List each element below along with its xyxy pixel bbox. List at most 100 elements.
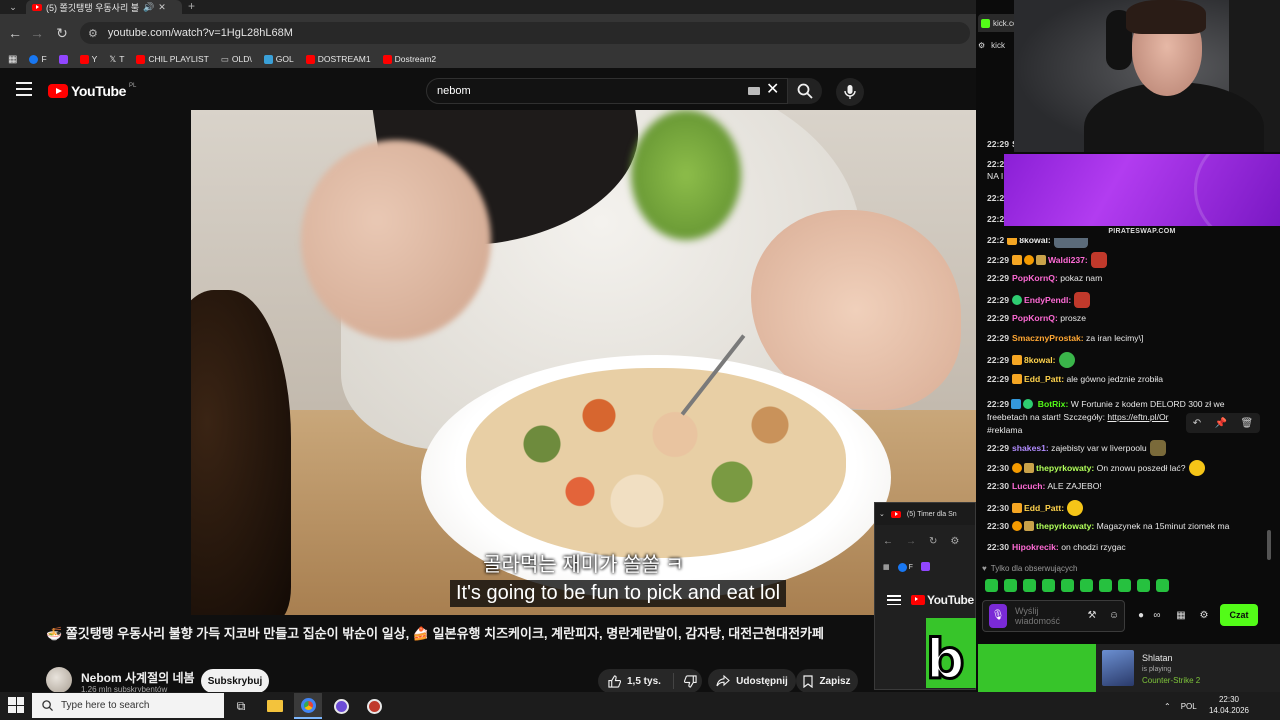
apps-grid-icon[interactable]: ▦ xyxy=(8,54,17,65)
chat-message[interactable]: 22:29 EndyPendl: xyxy=(987,292,1257,308)
chrome-icon[interactable] xyxy=(294,693,322,719)
bookmark-f[interactable]: F xyxy=(29,54,47,64)
hamburger-menu-icon[interactable] xyxy=(887,595,901,605)
voice-message-icon[interactable]: 🎙 xyxy=(989,604,1007,628)
task-view-icon[interactable]: ⧉ xyxy=(227,693,255,719)
points-icon[interactable]: ● xyxy=(1134,608,1148,622)
emote-icon[interactable] xyxy=(1023,579,1036,592)
emoji-picker-icon[interactable]: ☺ xyxy=(1107,609,1121,623)
chrome-profile-icon[interactable] xyxy=(327,693,355,719)
advert-link[interactable]: https://eftn.pl/Or xyxy=(1107,412,1168,422)
channel-avatar[interactable] xyxy=(46,667,72,693)
bookmark-gol[interactable]: GOL xyxy=(263,54,294,64)
bookmarks-bar: ▦ F Y 𝕏T CHIL PLAYLIST ▭ OLD\ GOL DOSTREA… xyxy=(0,50,976,68)
chat-message[interactable]: 22:29 SmacznyProstak: za iran lecimy\] xyxy=(987,332,1257,344)
chat-message[interactable]: 22:29 PopKornQ: prosze xyxy=(987,312,1257,324)
back-arrow-icon[interactable]: ← xyxy=(6,24,24,42)
thumbs-up-icon xyxy=(608,674,621,688)
bookmark-f[interactable]: F xyxy=(897,562,913,572)
language-indicator[interactable]: POL xyxy=(1181,702,1197,711)
hamburger-menu-icon[interactable] xyxy=(16,82,32,96)
bookmark-dostream2[interactable]: Dostream2 xyxy=(382,54,436,64)
bookmark-twitch[interactable] xyxy=(58,54,68,64)
chat-message[interactable]: 22:30 Lucuch: ALE ZAJEBO! xyxy=(987,480,1257,492)
site-info-icon[interactable]: ⚙ xyxy=(978,41,985,50)
share-button[interactable]: Udostępnij xyxy=(708,669,796,693)
reload-icon[interactable]: ↻ xyxy=(929,536,937,547)
search-button[interactable] xyxy=(788,78,822,104)
tab-youtube[interactable]: (5) 쫄깃탱탱 우동사리 불 🔊 ✕ xyxy=(26,0,182,14)
tab-kick[interactable]: kick.co xyxy=(978,14,1018,32)
tab-search-menu-button[interactable]: ⌄ xyxy=(4,1,22,13)
chat-message[interactable]: 22:29 shakes1: zajebisty var w liverpoolu xyxy=(987,440,1257,456)
subscribe-button[interactable]: Subskrybuj xyxy=(201,669,269,693)
chat-message[interactable]: 22:29 Waldi237: xyxy=(987,252,1257,268)
bookmark-folder-old[interactable]: ▭ OLD\ xyxy=(221,54,252,65)
chat-message[interactable]: 22:30 Edd_Patt: xyxy=(987,500,1257,516)
emote-icon[interactable] xyxy=(1042,579,1055,592)
chat-send-button[interactable]: Czat xyxy=(1220,604,1258,626)
pin-icon[interactable]: 📌 xyxy=(1215,418,1227,429)
youtube-logo[interactable]: YouTube PL xyxy=(48,83,136,99)
bookmark-chil-playlist[interactable]: CHIL PLAYLIST xyxy=(136,54,209,64)
mini-tab-strip[interactable]: ⌄ (5) Timer dla Sn xyxy=(875,503,975,525)
chat-message[interactable]: 22:29 PopKornQ: pokaz nam xyxy=(987,272,1257,284)
search-input[interactable]: nebom xyxy=(426,78,788,104)
voice-search-button[interactable] xyxy=(836,78,864,106)
chat-input[interactable]: 🎙 Wyślij wiadomość ⚒ ☺ xyxy=(982,600,1125,632)
infinity-icon[interactable]: ∞ xyxy=(1150,608,1164,622)
reply-icon[interactable]: ↶ xyxy=(1193,418,1201,429)
emote-icon[interactable] xyxy=(1118,579,1131,592)
bookmark-t[interactable]: 𝕏T xyxy=(109,54,124,65)
trash-icon[interactable]: 🗑 xyxy=(1241,418,1254,429)
site-info-icon[interactable]: ⚙ xyxy=(88,27,98,40)
settings-gear-icon[interactable]: ⚙ xyxy=(1197,608,1211,622)
forward-arrow-icon[interactable]: → xyxy=(28,24,46,42)
save-button[interactable]: Zapisz xyxy=(796,669,858,693)
chevron-down-icon[interactable]: ⌄ xyxy=(879,510,885,518)
keyboard-icon[interactable] xyxy=(748,87,760,95)
emote-icon[interactable] xyxy=(1004,579,1017,592)
chrome-profile-2-icon[interactable] xyxy=(360,693,388,719)
reload-icon[interactable]: ↻ xyxy=(53,24,71,42)
video-player[interactable] xyxy=(191,110,976,615)
bookmark-y[interactable]: Y xyxy=(79,54,97,64)
emote-icon[interactable] xyxy=(1137,579,1150,592)
site-info-icon[interactable]: ⚙ xyxy=(950,536,959,547)
like-button[interactable]: 1,5 tys. xyxy=(598,673,674,689)
twitch-icon[interactable] xyxy=(920,561,930,573)
apps-grid-icon[interactable]: ▦ xyxy=(883,563,890,571)
chat-message[interactable]: 22:29 Edd_Patt: ale gówno jedznie zrobiła xyxy=(987,373,1257,385)
store-icon[interactable]: ▦ xyxy=(1174,608,1188,622)
forward-arrow-icon[interactable]: → xyxy=(906,536,916,547)
emote-icon[interactable] xyxy=(985,579,998,592)
translate-icon[interactable]: ⚒ xyxy=(1085,609,1099,623)
chat-message[interactable]: 22:30 thepyrkowaty: On znowu poszedł lać? xyxy=(987,460,1257,476)
dislike-button[interactable] xyxy=(674,674,697,688)
devil-emote-icon xyxy=(1090,252,1107,268)
kick-address-bar[interactable]: ⚙ kick xyxy=(978,36,1014,54)
bookmark-dostream1[interactable]: DOSTREAM1 xyxy=(305,54,371,64)
new-tab-button[interactable]: + xyxy=(188,0,195,12)
youtube-logo[interactable]: YouTube xyxy=(911,593,974,607)
chat-message[interactable]: 22:30 thepyrkowaty: Magazynek na 15minut … xyxy=(987,520,1257,532)
emote-icon[interactable] xyxy=(1080,579,1093,592)
youtube-icon xyxy=(382,54,392,64)
address-bar[interactable]: ⚙ youtube.com/watch?v=1HgL28hL68M xyxy=(80,22,970,44)
windows-start-icon[interactable] xyxy=(8,697,24,713)
tray-expand-icon[interactable]: ⌃ xyxy=(1164,702,1171,711)
file-explorer-icon[interactable] xyxy=(261,693,289,719)
chat-message[interactable]: 22:30 Hipokrecik: on chodzi rzygac xyxy=(987,541,1257,553)
mini-video-thumbnail[interactable]: b xyxy=(926,618,976,688)
back-arrow-icon[interactable]: ← xyxy=(883,536,893,547)
emote-icon[interactable] xyxy=(1099,579,1112,592)
clear-search-icon[interactable]: ✕ xyxy=(766,82,779,98)
tab-close-icon[interactable]: ✕ xyxy=(158,2,166,13)
taskbar-clock[interactable]: 22:30 14.04.2026 xyxy=(1206,694,1252,716)
taskbar-search-input[interactable]: Type here to search xyxy=(32,693,224,718)
chat-message[interactable]: 22:29 8kowal: xyxy=(987,352,1257,368)
emote-icon[interactable] xyxy=(1061,579,1074,592)
emote-icon[interactable] xyxy=(1156,579,1169,592)
channel-name[interactable]: Nebom 사계절의 네봄 xyxy=(81,669,195,686)
tab-audio-icon[interactable]: 🔊 xyxy=(143,2,154,13)
